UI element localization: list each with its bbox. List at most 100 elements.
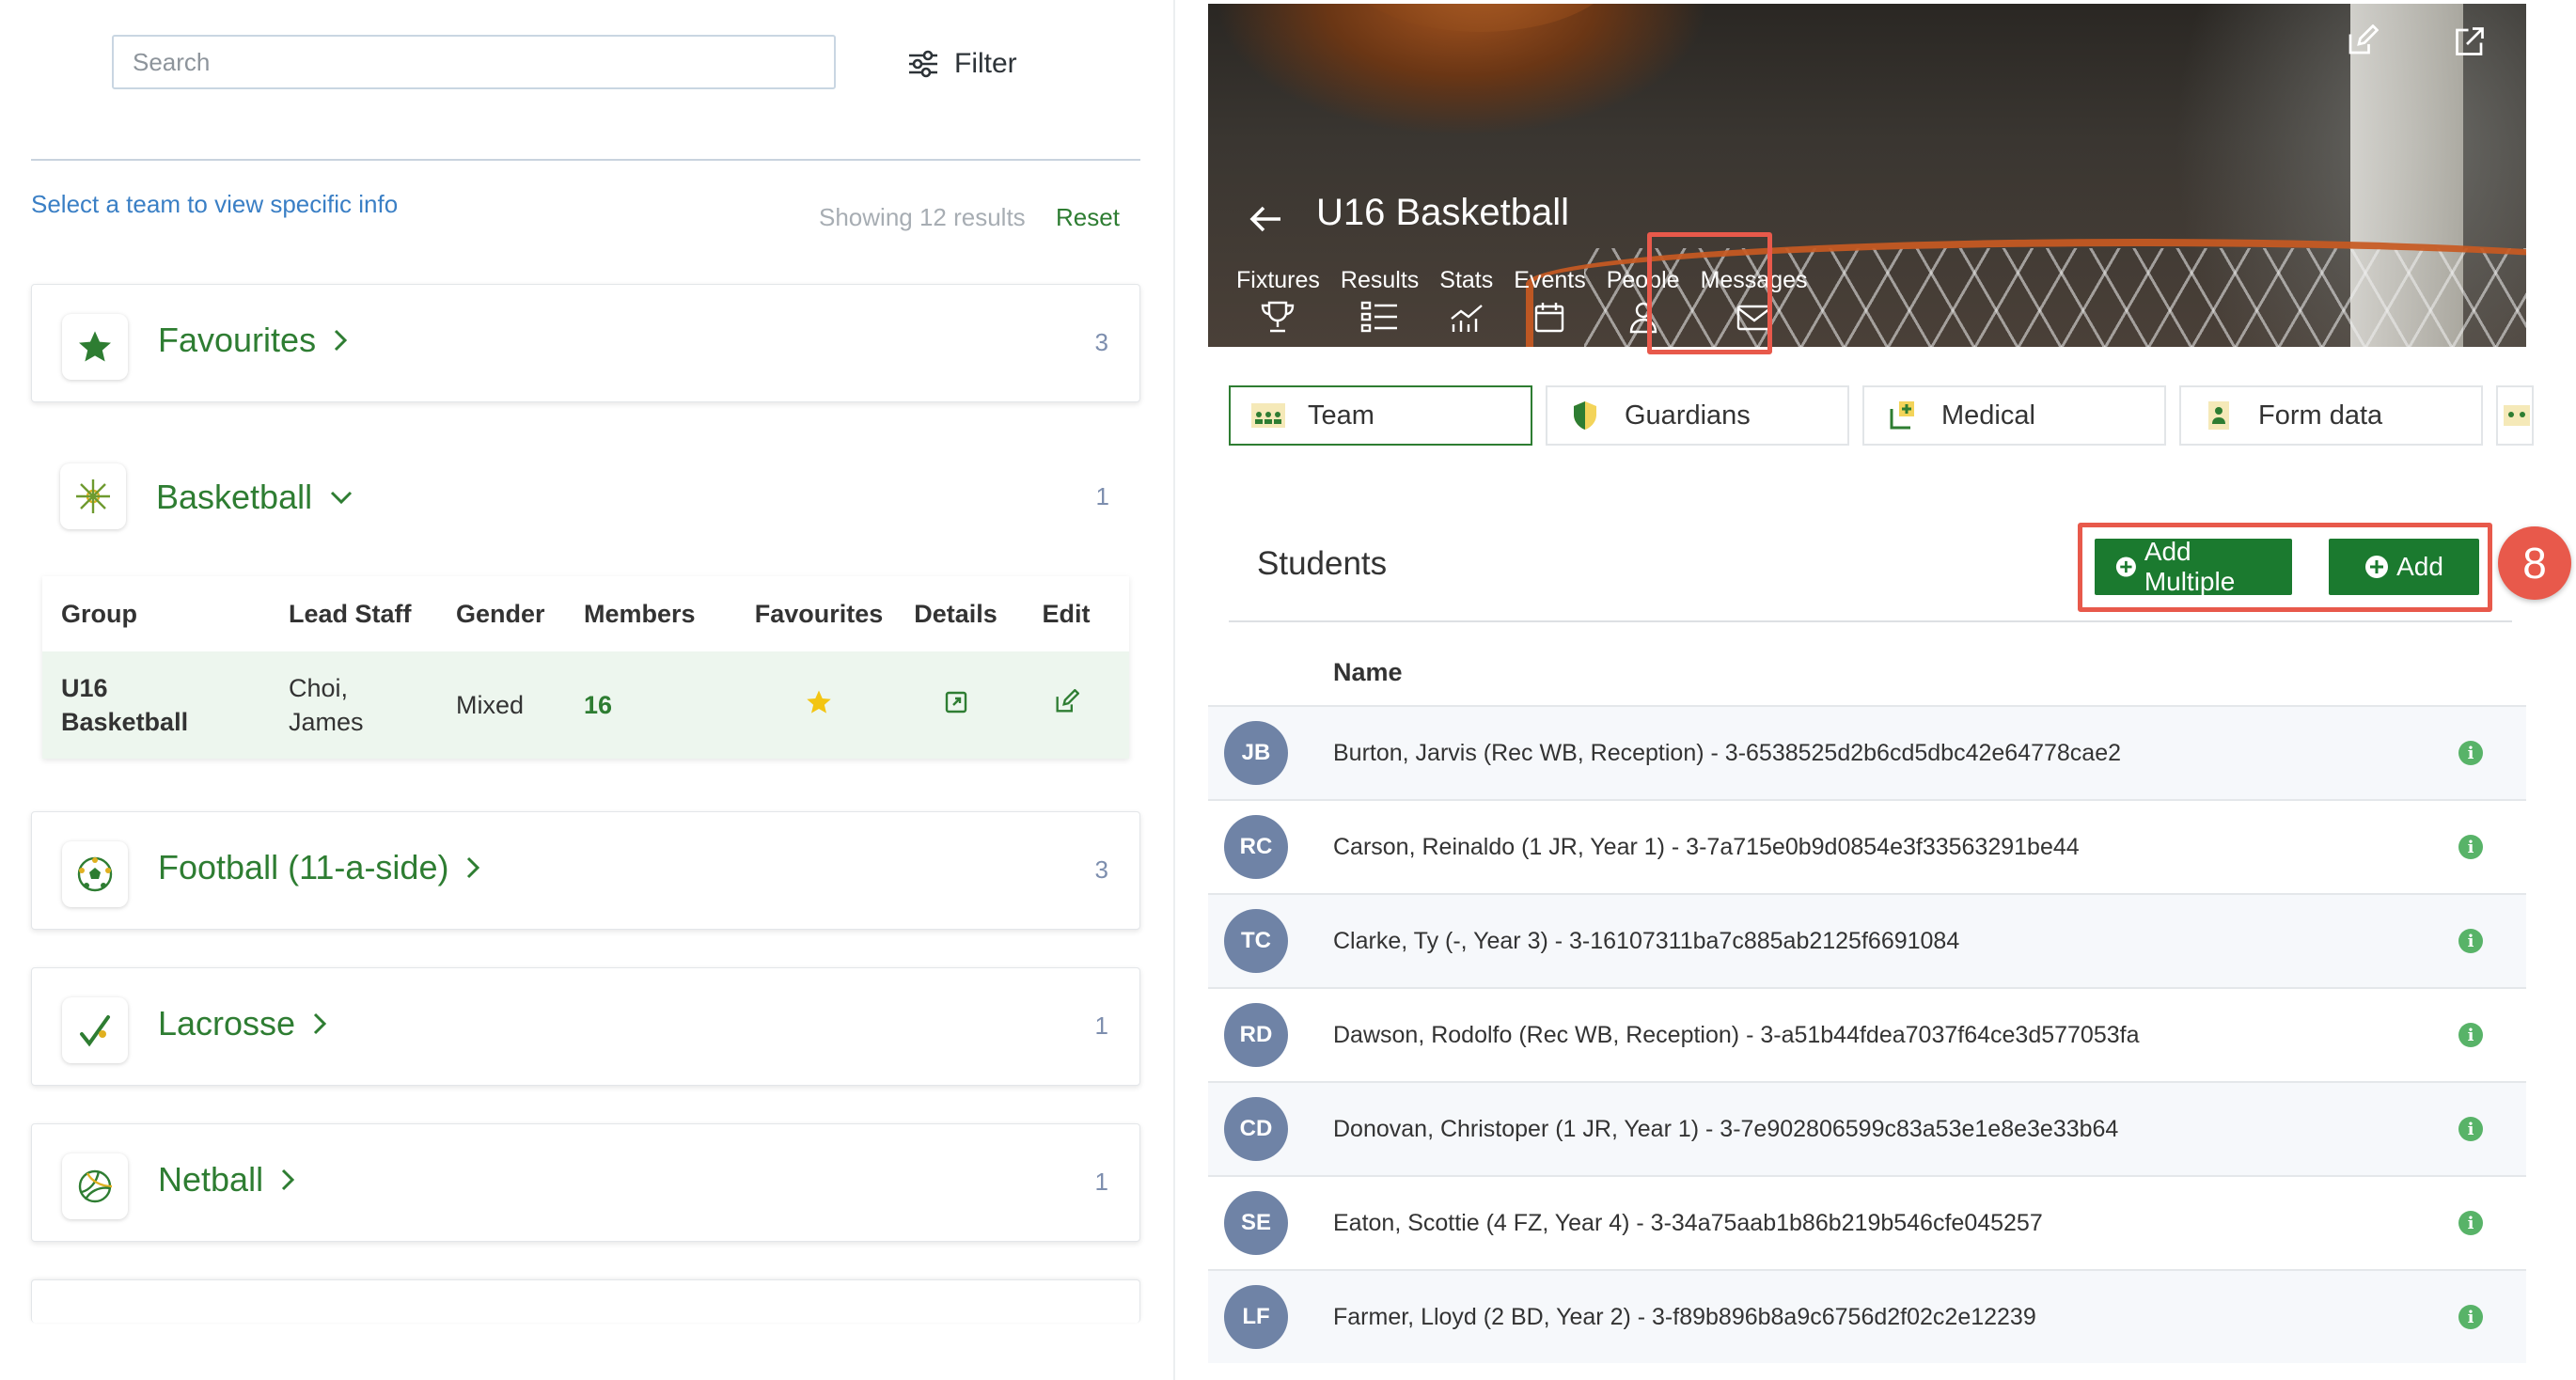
avatar: JB: [1224, 721, 1288, 785]
info-icon[interactable]: i: [2458, 1211, 2483, 1235]
table-row[interactable]: U16 Basketball Choi, James Mixed 16: [42, 651, 1129, 759]
arrow-left-icon: [1249, 206, 1280, 232]
team-title: U16 Basketball: [1316, 192, 1570, 233]
people-tab-highlight: [1647, 232, 1772, 354]
column-header: Favourites: [754, 599, 884, 628]
info-icon[interactable]: i: [2458, 1023, 2483, 1047]
lead-staff-line: Choi,: [289, 674, 349, 702]
teams-panel: Filter Select a team to view specific in…: [0, 0, 1175, 1380]
search-input[interactable]: [112, 35, 836, 89]
info-icon[interactable]: i: [2458, 1305, 2483, 1329]
info-icon[interactable]: i: [2458, 741, 2483, 765]
basketball-photo: [1340, 4, 1622, 32]
student-row[interactable]: SE Eaton, Scottie (4 FZ, Year 4) - 3-34a…: [1208, 1175, 2526, 1269]
chevron-right-icon: [314, 1012, 327, 1035]
divider: [31, 159, 1140, 161]
team-banner: U16 Basketball Fixtures Results Stats Ev…: [1208, 4, 2526, 347]
stats-chart-icon: [1451, 305, 1483, 332]
avatar: RC: [1224, 815, 1288, 879]
football-card[interactable]: Football (11-a-side) 3: [31, 811, 1140, 930]
card-title: Netball: [158, 1160, 264, 1199]
sliders-icon: [909, 50, 937, 78]
card-title: Lacrosse: [158, 1004, 296, 1043]
student-row[interactable]: RC Carson, Reinaldo (1 JR, Year 1) - 3-7…: [1208, 799, 2526, 893]
list-icon: [1360, 301, 1397, 333]
tab-events[interactable]: Events: [1514, 267, 1586, 334]
filter-button[interactable]: Filter: [907, 42, 1017, 86]
open-external-button[interactable]: [2449, 21, 2490, 62]
tab-stats[interactable]: Stats: [1439, 267, 1493, 334]
card-count: 3: [1094, 855, 1108, 884]
external-link-icon: [2456, 27, 2484, 55]
tab-label: Fixtures: [1236, 267, 1320, 293]
lacrosse-card[interactable]: Lacrosse 1: [31, 967, 1140, 1086]
tab-label: Team: [1308, 400, 1374, 431]
back-button[interactable]: [1244, 197, 1287, 241]
edit-icon: [2348, 24, 2379, 55]
next-sport-card[interactable]: [31, 1279, 1140, 1323]
tab-guardians[interactable]: Guardians: [1546, 385, 1849, 446]
reset-link[interactable]: Reset: [1056, 203, 1120, 232]
column-header: Gender: [456, 599, 545, 628]
tab-form-data[interactable]: Form data: [2179, 385, 2483, 446]
group-name-line: U16: [61, 674, 108, 702]
medical-icon: [1883, 397, 1921, 434]
netball-card[interactable]: Netball 1: [31, 1123, 1140, 1242]
team-group-icon: [1249, 397, 1287, 434]
tab-label: Guardians: [1625, 400, 1751, 431]
students-list: JB Burton, Jarvis (Rec WB, Reception) - …: [1208, 705, 2526, 1363]
tab-label: Medical: [1941, 400, 2035, 431]
card-count: 1: [1095, 482, 1109, 510]
table-header: Group Lead Staff Gender Members Favourit…: [42, 576, 1129, 651]
column-header: Edit: [1042, 599, 1091, 628]
tab-label: Results: [1340, 267, 1420, 293]
results-count: Showing 12 results: [819, 203, 1026, 231]
edit-button[interactable]: [1010, 688, 1123, 722]
lacrosse-icon: [62, 997, 128, 1063]
info-icon[interactable]: i: [2458, 1117, 2483, 1141]
football-icon: [62, 841, 128, 907]
avatar: LF: [1224, 1285, 1288, 1349]
name-column-header: Name: [1333, 658, 1403, 686]
open-details-icon: [945, 691, 966, 713]
favourite-toggle[interactable]: [736, 688, 902, 723]
tab-medical[interactable]: Medical: [1862, 385, 2166, 446]
people-subtabs: Team Guardians Medical Form data: [1229, 385, 2534, 446]
student-row[interactable]: LF Farmer, Lloyd (2 BD, Year 2) - 3-f89b…: [1208, 1269, 2526, 1363]
info-icon[interactable]: i: [2458, 929, 2483, 953]
details-button[interactable]: [902, 691, 1010, 720]
lead-staff-cell: Choi, James: [289, 671, 456, 739]
avatar: CD: [1224, 1097, 1288, 1161]
info-icon[interactable]: i: [2458, 835, 2483, 859]
calendar-icon: [1535, 303, 1564, 333]
tab-fixtures[interactable]: Fixtures: [1236, 267, 1320, 334]
tab-results[interactable]: Results: [1341, 267, 1419, 334]
student-name: Clarke, Ty (-, Year 3) - 3-16107311ba7c8…: [1333, 927, 1960, 954]
select-team-hint[interactable]: Select a team to view specific info: [31, 190, 398, 219]
column-header: Group: [61, 599, 137, 628]
column-header: Lead Staff: [289, 599, 412, 628]
shield-icon: [1566, 397, 1604, 434]
student-row[interactable]: CD Donovan, Christoper (1 JR, Year 1) - …: [1208, 1081, 2526, 1175]
star-icon: [62, 314, 128, 380]
team-detail-panel: U16 Basketball Fixtures Results Stats Ev…: [1208, 0, 2571, 1380]
tab-label: Stats: [1439, 267, 1494, 293]
tab-more[interactable]: [2496, 385, 2534, 446]
tab-label: Form data: [2258, 400, 2383, 431]
trophy-icon: [1262, 301, 1295, 333]
basketball-toggle[interactable]: Basketball: [156, 478, 353, 517]
chevron-right-icon: [335, 329, 348, 352]
groups-table: Group Lead Staff Gender Members Favourit…: [42, 576, 1129, 759]
chevron-right-icon: [467, 856, 480, 879]
favourites-card[interactable]: Favourites 3: [31, 284, 1140, 402]
edit-banner-button[interactable]: [2341, 21, 2382, 62]
tab-team[interactable]: Team: [1229, 385, 1532, 446]
student-name: Burton, Jarvis (Rec WB, Reception) - 3-6…: [1333, 739, 2122, 766]
student-row[interactable]: TC Clarke, Ty (-, Year 3) - 3-16107311ba…: [1208, 893, 2526, 987]
student-row[interactable]: JB Burton, Jarvis (Rec WB, Reception) - …: [1208, 705, 2526, 799]
column-header: Details: [914, 599, 997, 628]
group-cell: U16 Basketball: [42, 671, 289, 739]
card-count: 1: [1094, 1168, 1108, 1196]
student-row[interactable]: RD Dawson, Rodolfo (Rec WB, Reception) -…: [1208, 987, 2526, 1081]
chevron-down-icon: [331, 491, 353, 505]
